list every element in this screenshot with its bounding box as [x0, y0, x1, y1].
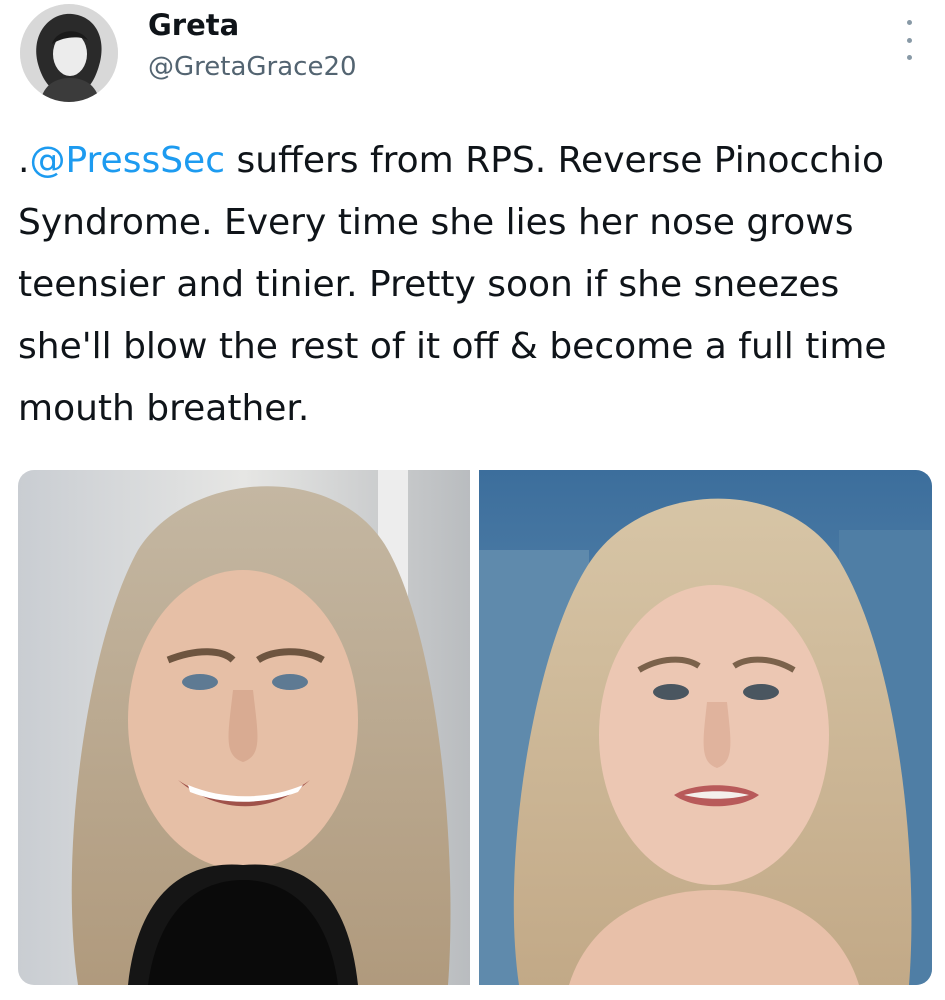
photo-woman-podium-icon	[479, 470, 932, 985]
avatar-portrait-icon	[20, 4, 118, 102]
avatar[interactable]	[20, 4, 118, 102]
photo-smiling-woman-icon	[18, 470, 470, 985]
display-name[interactable]: Greta	[148, 8, 239, 42]
photo-right[interactable]	[479, 470, 932, 985]
user-handle[interactable]: @GretaGrace20	[148, 52, 357, 82]
tweet-body: suffers from RPS. Reverse Pinocchio Synd…	[18, 140, 899, 429]
tweet-prefix: .	[18, 140, 30, 181]
tweet-card: Greta @GretaGrace20 .@PressSec suffers f…	[0, 0, 945, 1000]
mention-link[interactable]: @PressSec	[29, 140, 225, 181]
tweet-text: .@PressSec suffers from RPS. Reverse Pin…	[18, 130, 933, 440]
more-vertical-icon[interactable]	[897, 20, 921, 60]
photo-left[interactable]	[18, 470, 470, 985]
